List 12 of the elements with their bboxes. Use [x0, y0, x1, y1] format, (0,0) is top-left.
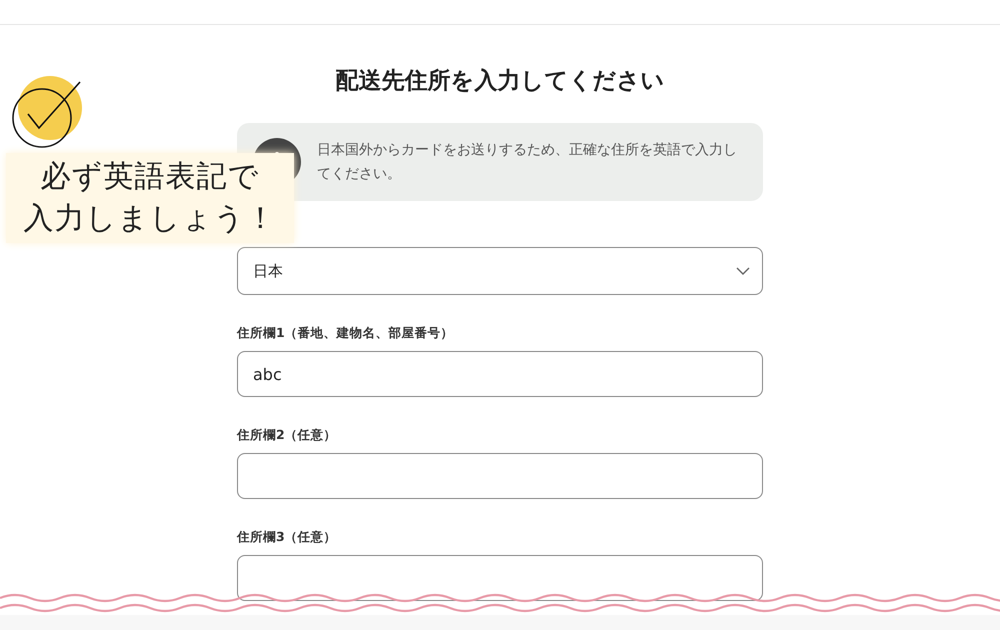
page-title: 配送先住所を入力してください	[334, 67, 666, 96]
address-input[interactable]	[237, 453, 763, 499]
field-label: 住所欄1（番地、建物名、部屋番号）	[237, 325, 455, 341]
callout-text: 入力しましょう！	[24, 200, 276, 238]
callout-text: 必ず英語表記で	[40, 158, 260, 196]
notice-text: 日本国外からカードをお送りするため、正確な住所を英語で入力してください。	[317, 141, 738, 184]
address-input[interactable]: abc	[237, 351, 763, 397]
chevron-down-icon	[736, 267, 750, 275]
country-select[interactable]: 日本	[237, 247, 763, 295]
address-input[interactable]	[237, 555, 763, 601]
field-label: 住所欄3（任意）	[237, 529, 338, 545]
field-label: 住所欄2（任意）	[237, 427, 338, 443]
